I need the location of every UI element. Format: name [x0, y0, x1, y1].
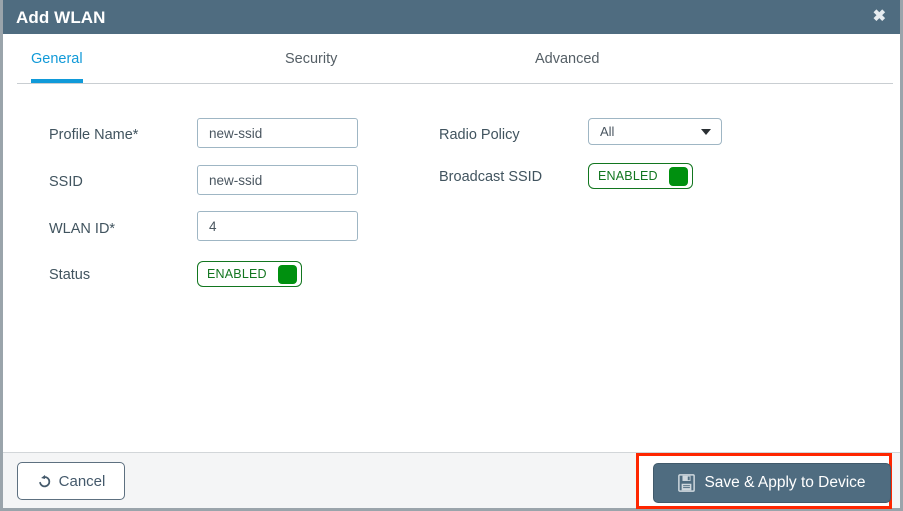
dialog-title: Add WLAN	[16, 7, 106, 27]
dialog-footer: Cancel Save & Apply to Device	[3, 452, 900, 509]
broadcast-ssid-toggle[interactable]: ENABLED	[588, 163, 693, 189]
wlan-id-label: WLAN ID*	[49, 221, 116, 237]
broadcast-ssid-toggle-label: ENABLED	[598, 168, 658, 183]
tab-security[interactable]: Security	[285, 48, 337, 83]
radio-policy-select[interactable]: All	[588, 118, 722, 145]
status-toggle-label: ENABLED	[207, 266, 267, 281]
chevron-down-icon	[701, 129, 711, 135]
dialog-body: General Security Advanced Profile Name* …	[3, 34, 900, 452]
profile-name-input[interactable]	[197, 118, 358, 148]
close-icon[interactable]: ✖	[873, 9, 886, 25]
save-button-highlight: Save & Apply to Device	[636, 453, 892, 509]
undo-icon	[37, 474, 52, 489]
save-button-label: Save & Apply to Device	[704, 474, 866, 491]
ssid-input[interactable]	[197, 165, 358, 195]
broadcast-ssid-label: Broadcast SSID	[439, 169, 543, 185]
cancel-button[interactable]: Cancel	[17, 462, 125, 500]
ssid-label: SSID	[49, 174, 83, 190]
cancel-button-label: Cancel	[58, 472, 106, 490]
radio-policy-value: All	[600, 124, 615, 139]
screenshot-root: Add WLAN ✖ General Security Advanced Pro…	[0, 0, 903, 511]
dialog-titlebar: Add WLAN ✖	[3, 0, 900, 34]
radio-policy-label: Radio Policy	[439, 127, 520, 143]
broadcast-ssid-toggle-knob	[668, 166, 688, 186]
floppy-save-icon	[678, 474, 696, 492]
wlan-id-input[interactable]	[197, 211, 358, 241]
tab-general[interactable]: General	[31, 48, 83, 83]
save-and-apply-button[interactable]: Save & Apply to Device	[653, 463, 891, 503]
status-toggle-knob	[277, 264, 297, 284]
tab-bar: General Security Advanced	[17, 48, 893, 84]
tab-advanced[interactable]: Advanced	[535, 48, 600, 83]
status-toggle[interactable]: ENABLED	[197, 261, 302, 287]
profile-name-label: Profile Name*	[49, 127, 139, 143]
add-wlan-dialog: Add WLAN ✖ General Security Advanced Pro…	[0, 0, 903, 511]
status-label: Status	[49, 267, 91, 283]
general-tab-form: Profile Name* SSID WLAN ID* Status ENABL…	[3, 106, 900, 336]
